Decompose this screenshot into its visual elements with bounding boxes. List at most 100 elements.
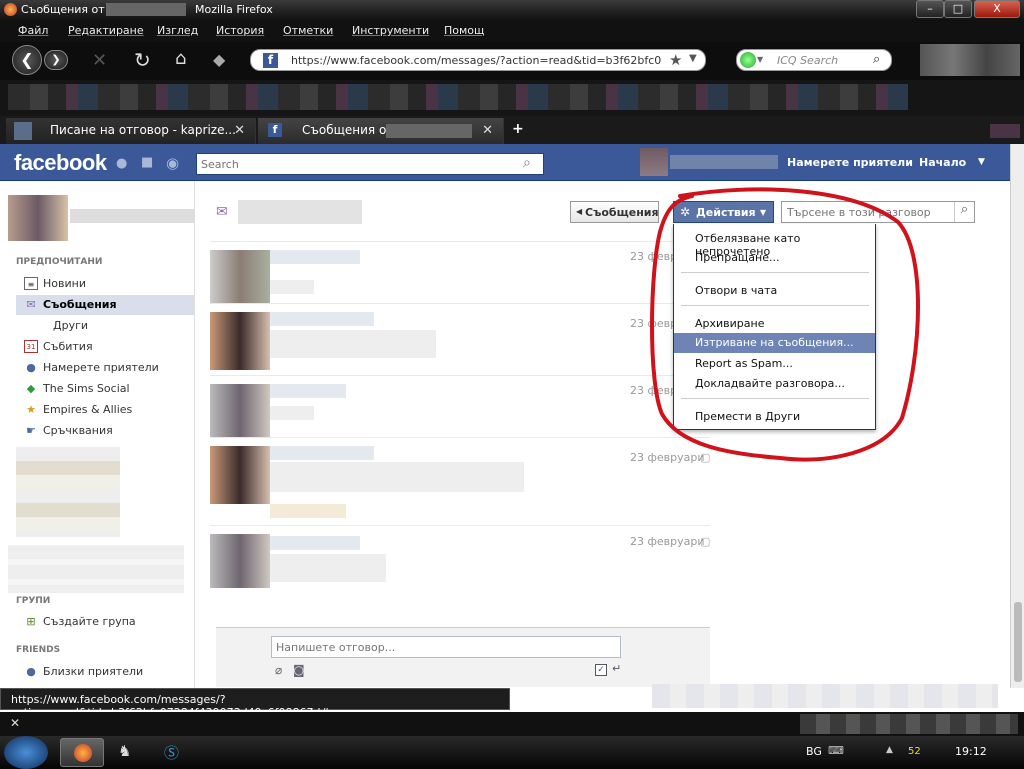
close-window-button[interactable]: X [974, 0, 1020, 18]
new-tab-button[interactable]: + [512, 121, 524, 137]
reload-icon[interactable]: ↻ [134, 48, 151, 72]
taskbar-firefox-button[interactable] [60, 738, 104, 767]
poke-hand-icon: ☛ [26, 424, 36, 437]
facebook-search-input[interactable] [197, 154, 517, 174]
keyboard-icon[interactable]: ⌨ [828, 744, 844, 757]
tab-reply-label: Писане на отговор - kaprize... [50, 123, 236, 137]
tab-messages-label: Съобщения от [302, 123, 394, 137]
back-arrow-icon[interactable]: ❮ [12, 45, 42, 75]
menu-help[interactable]: Помощ [444, 24, 484, 37]
news-feed-icon: ≡ [24, 277, 38, 290]
sidebar-item-news-feed[interactable]: ≡ Новини [16, 274, 194, 294]
chat-bar-blurred [652, 684, 998, 708]
sidebar-item-pokes[interactable]: ☛ Сръчквания [16, 421, 194, 441]
addon-gem-icon[interactable]: ◆ [213, 50, 225, 69]
search-icon[interactable]: ⌕ [873, 52, 880, 67]
menu-edit[interactable]: Редактиране [68, 24, 144, 37]
forward-arrow-icon[interactable]: ❯ [44, 50, 68, 70]
menu-history[interactable]: История [216, 24, 264, 37]
account-dropdown-icon[interactable]: ▼ [978, 157, 985, 167]
tab-messages[interactable]: f Съобщения от ✕ [258, 118, 504, 144]
search-engine-dropdown-icon[interactable]: ▼ [757, 55, 763, 64]
red-annotation-circle [650, 187, 920, 462]
message-avatar [210, 250, 270, 304]
windows-taskbar: ♞ Ⓢ BG ⌨ ▲ 52 19:12 [0, 736, 1024, 769]
press-enter-checkbox[interactable]: ✓ [595, 664, 607, 676]
tray-counter[interactable]: 52 [908, 746, 921, 757]
enter-key-icon: ↵ [612, 662, 622, 675]
site-favicon-icon: f [263, 53, 278, 68]
find-friends-link[interactable]: Намерете приятели [787, 156, 913, 169]
attach-file-icon[interactable]: ⌀ [275, 663, 282, 677]
bookmarks-bar [0, 80, 1024, 116]
stop-icon[interactable]: ✕ [92, 50, 107, 71]
addon-bar: ✕ [0, 712, 1024, 736]
blurred-apps-list [16, 447, 120, 537]
tab-list-icon[interactable] [990, 124, 1020, 138]
message-avatar [210, 312, 270, 370]
home-icon[interactable]: ⌂ [175, 48, 186, 69]
reply-input[interactable] [272, 637, 618, 657]
close-addon-bar-icon[interactable]: ✕ [10, 716, 20, 730]
camera-icon[interactable]: ◙ [293, 663, 305, 677]
bookmark-items-blurred [8, 84, 908, 110]
home-link[interactable]: Начало [919, 156, 966, 169]
tab-close-icon[interactable]: ✕ [482, 123, 493, 138]
icq-search-box[interactable]: ▼ ICQ Search ⌕ [736, 49, 892, 71]
notifications-globe-icon[interactable]: ◉ [166, 154, 179, 172]
conversation-participant-blurred [238, 200, 362, 224]
left-sidebar: ПРЕДПОЧИТАНИ ≡ Новини ✉ Съобщения Други 31… [0, 181, 195, 688]
empires-star-icon: ★ [26, 403, 36, 416]
sidebar-item-find-friends[interactable]: ● Намерете приятели [16, 358, 194, 378]
sidebar-item-empires-allies[interactable]: ★ Empires & Allies [16, 400, 194, 420]
language-indicator[interactable]: BG [806, 745, 822, 758]
tab-reply[interactable]: Писане на отговор - kaprize... ✕ [6, 118, 256, 144]
message-row [210, 303, 710, 375]
toolbar-addons-blurred [920, 44, 1020, 76]
sidebar-item-messages[interactable]: ✉ Съобщения [16, 295, 194, 315]
url-bar[interactable]: f https://www.facebook.com/messages/?act… [250, 49, 706, 71]
close-friends-link[interactable]: ● Близки приятели [16, 662, 194, 682]
annotation-stroke [650, 187, 920, 462]
menu-view[interactable]: Изглед [157, 24, 198, 37]
sidebar-item-other[interactable]: Други [16, 316, 194, 336]
bookmark-star-icon[interactable]: ★ [669, 51, 682, 69]
menu-file[interactable]: Файл [18, 24, 48, 37]
scrollbar-thumb[interactable] [1014, 602, 1022, 682]
tab-close-icon[interactable]: ✕ [234, 123, 245, 138]
search-icon[interactable]: ⌕ [523, 155, 531, 171]
sidebar-item-sims-social[interactable]: ◆ The Sims Social [16, 379, 194, 399]
reply-box[interactable] [271, 636, 621, 658]
status-url: https://www.facebook.com/messages/?actio… [0, 688, 510, 719]
taskbar-skype-icon[interactable]: Ⓢ [164, 742, 179, 763]
tray-expand-icon[interactable]: ▲ [886, 745, 893, 755]
friends-header: FRIENDS [16, 645, 61, 655]
favorites-header: ПРЕДПОЧИТАНИ [16, 257, 103, 267]
url-dropdown-icon[interactable]: ▼ [689, 53, 697, 64]
clock[interactable]: 19:12 [955, 745, 987, 758]
menubar: Файл Редактиране Изглед История Отметки … [0, 20, 1024, 42]
search-icon[interactable]: ⌕ [954, 202, 974, 222]
sims-plumbob-icon: ◆ [26, 382, 36, 395]
user-avatar[interactable] [8, 195, 68, 241]
sidebar-item-events[interactable]: 31 Събития [16, 337, 194, 357]
blurred-lists [8, 545, 184, 593]
friends-icon: ● [26, 361, 36, 374]
start-button-windows-icon[interactable] [4, 736, 48, 769]
maximize-button[interactable]: □ [944, 0, 972, 18]
taskbar-app-wolf-icon[interactable]: ♞ [118, 742, 131, 760]
create-group-link[interactable]: ⊞ Създайте група [16, 612, 194, 632]
friend-requests-icon[interactable]: ● [116, 156, 127, 171]
facebook-search-box[interactable]: ⌕ [196, 153, 544, 175]
facebook-favicon-icon: f [268, 123, 282, 137]
profile-avatar[interactable] [640, 148, 668, 176]
messages-jewel-icon[interactable]: ■ [141, 155, 153, 170]
icq-flower-icon [740, 52, 756, 68]
menu-bookmarks[interactable]: Отметки [283, 24, 333, 37]
page-scrollbar[interactable] [1010, 144, 1024, 708]
url-text[interactable]: https://www.facebook.com/messages/?actio… [291, 54, 661, 67]
minimize-button[interactable]: – [916, 0, 944, 18]
menu-tools[interactable]: Инструменти [352, 24, 429, 37]
facebook-logo[interactable]: facebook [14, 150, 107, 176]
groups-header: ГРУПИ [16, 596, 51, 606]
